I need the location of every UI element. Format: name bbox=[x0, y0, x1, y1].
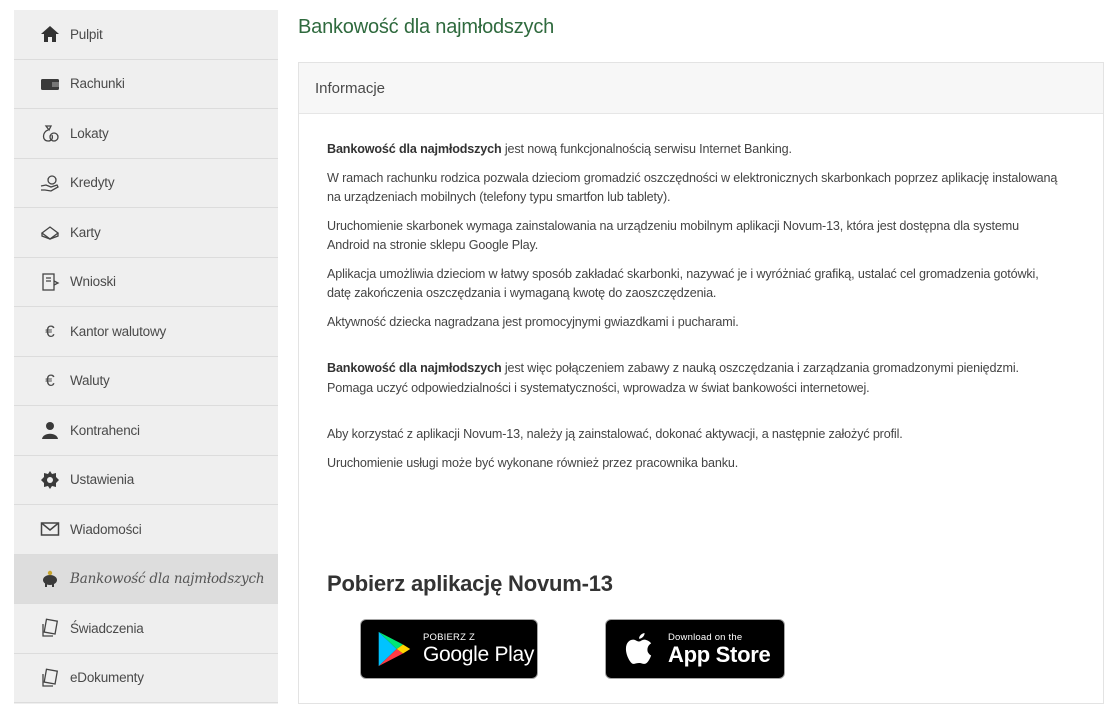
paragraph-intro-bold: Bankowość dla najmłodszych bbox=[327, 142, 502, 156]
paragraph-features: Aplikacja umożliwia dzieciom w łatwy spo… bbox=[327, 266, 1039, 301]
euro-icon: € bbox=[45, 371, 55, 391]
google-play-big-text: Google Play bbox=[423, 642, 535, 666]
sidebar-item-pulpit[interactable]: Pulpit bbox=[14, 10, 278, 60]
sidebar-item-label: Ustawienia bbox=[70, 472, 135, 488]
piggy-bank-icon bbox=[40, 569, 60, 589]
panel-body: Bankowość dla najmłodszych jest nową fun… bbox=[299, 114, 1059, 473]
gear-icon bbox=[40, 470, 60, 490]
sidebar-item-label: Lokaty bbox=[70, 125, 109, 141]
sidebar-item-label: Kredyty bbox=[70, 175, 115, 191]
sidebar-item-kredyty[interactable]: Kredyty bbox=[14, 159, 278, 208]
stack-icon bbox=[40, 618, 60, 638]
stack-icon bbox=[40, 668, 60, 688]
sidebar-item-ustawienia[interactable]: Ustawienia bbox=[14, 456, 278, 505]
app-store-small-text: Download on the bbox=[668, 631, 743, 643]
home-icon bbox=[40, 24, 60, 44]
user-icon bbox=[40, 420, 60, 440]
paragraph-requirements: Uruchomienie skarbonek wymaga zainstalow… bbox=[327, 218, 1019, 253]
sidebar-item-bankowosc-dla-najmlodszych[interactable]: Bankowość dla najmłodszych bbox=[14, 554, 278, 604]
sidebar-item-wiadomosci[interactable]: Wiadomości bbox=[14, 505, 278, 555]
sidebar-item-label: Karty bbox=[70, 224, 101, 240]
google-play-small-text: POBIERZ Z bbox=[423, 631, 475, 643]
sidebar-item-label: Rachunki bbox=[70, 76, 125, 92]
sidebar-item-label: Kantor walutowy bbox=[70, 323, 167, 339]
sidebar-item-waluty[interactable]: € Waluty bbox=[14, 357, 278, 406]
sidebar-item-label: Pulpit bbox=[70, 26, 103, 42]
sidebar-item-label: Wnioski bbox=[70, 274, 116, 290]
envelope-icon bbox=[40, 519, 60, 539]
panel-header-title: Informacje bbox=[315, 79, 386, 97]
sidebar: Pulpit Rachunki Lokaty Kredyty Karty Wni… bbox=[14, 10, 278, 704]
sidebar-item-label: Kontrahenci bbox=[70, 422, 140, 438]
sidebar-item-rachunki[interactable]: Rachunki bbox=[14, 60, 278, 109]
sidebar-item-kantor-walutowy[interactable]: € Kantor walutowy bbox=[14, 307, 278, 357]
app-store-button[interactable]: Download on the App Store bbox=[605, 619, 785, 679]
sidebar-item-label: Bankowość dla najmłodszych bbox=[70, 570, 265, 587]
google-play-button[interactable]: POBIERZ Z Google Play bbox=[360, 619, 538, 679]
sidebar-item-label: Świadczenia bbox=[70, 620, 144, 636]
apple-icon bbox=[618, 628, 660, 670]
paragraph-description: W ramach rachunku rodzica pozwala dzieci… bbox=[327, 170, 1058, 205]
page-title: Bankowość dla najmłodszych bbox=[298, 16, 555, 38]
paragraph-summary: Bankowość dla najmłodszych jest więc poł… bbox=[327, 359, 1059, 398]
app-store-big-text: App Store bbox=[668, 641, 771, 667]
sidebar-item-kontrahenci[interactable]: Kontrahenci bbox=[14, 406, 278, 456]
sidebar-item-lokaty[interactable]: Lokaty bbox=[14, 109, 278, 159]
wallet-icon bbox=[40, 74, 60, 94]
sidebar-item-wnioski[interactable]: Wnioski bbox=[14, 258, 278, 307]
euro-icon: € bbox=[45, 321, 55, 341]
paragraph-usage: Aby korzystać z aplikacji Novum-13, nale… bbox=[327, 427, 903, 441]
sidebar-item-swiadczenia[interactable]: Świadczenia bbox=[14, 604, 278, 654]
paragraph-intro: Bankowość dla najmłodszych jest nową fun… bbox=[327, 140, 1059, 160]
sidebar-item-karty[interactable]: Karty bbox=[14, 208, 278, 258]
paragraph-intro-text: jest nową funkcjonalnością serwisu Inter… bbox=[501, 142, 792, 156]
sidebar-item-label: Waluty bbox=[70, 373, 110, 389]
google-play-icon bbox=[373, 628, 415, 670]
paragraph-bank-staff: Uruchomienie usługi może być wykonane ró… bbox=[327, 455, 739, 470]
document-icon bbox=[40, 272, 60, 292]
paragraph-rewards: Aktywność dziecka nagradzana jest promoc… bbox=[327, 314, 739, 329]
sidebar-item-edokumenty[interactable]: eDokumenty bbox=[14, 654, 278, 703]
card-icon bbox=[40, 222, 60, 242]
sidebar-item-label: Wiadomości bbox=[70, 521, 142, 537]
info-panel: Informacje Bankowość dla najmłodszych je… bbox=[298, 62, 1104, 704]
sidebar-item-label: eDokumenty bbox=[70, 670, 144, 686]
panel-header: Informacje bbox=[299, 63, 1103, 114]
credit-hand-icon bbox=[40, 173, 60, 193]
download-title: Pobierz aplikację Novum-13 bbox=[327, 571, 613, 596]
money-bag-icon bbox=[40, 123, 60, 143]
paragraph-summary-bold: Bankowość dla najmłodszych bbox=[327, 361, 502, 375]
